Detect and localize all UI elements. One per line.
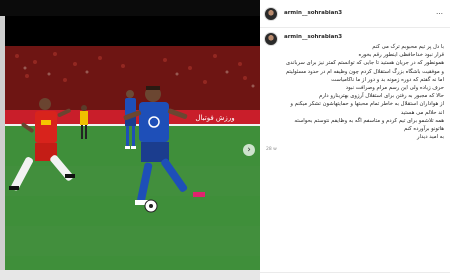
- next-arrow-icon[interactable]: ›: [243, 144, 255, 156]
- caption-line: همه تلاشمو برای تیم کردم و متاسفم اگه به…: [294, 117, 444, 124]
- ellipsis-icon[interactable]: …: [436, 8, 444, 16]
- caption-line: حالا که مجبور به رفتن برای استقلال آرزوی…: [318, 93, 444, 100]
- comment-username[interactable]: armin__sohrabian3: [284, 34, 342, 40]
- post-header: armin__sohrabian3 …: [260, 0, 450, 28]
- post-panel: armin__sohrabian3 … armin__sohrabian3 با…: [260, 0, 450, 280]
- panel-divider: [260, 272, 450, 273]
- caption-line: با دل پر تیم محبوبم ترک می کنم: [372, 44, 444, 50]
- caption-line: اند حلالم می هستید: [400, 109, 444, 116]
- caption-line: همونطور که در جریان هستید تا جایی که توا…: [285, 60, 444, 67]
- post-photo[interactable]: ورزش فوتبال ›: [5, 16, 260, 270]
- ad-board-text: ورزش فوتبال: [195, 114, 234, 122]
- caption-line: هاتونو برآورده کنم: [404, 126, 444, 133]
- caption-line: و موفقیت باشگاه بزرگ استقلال کردم چون وظ…: [285, 68, 444, 75]
- caption-text: با دل پر تیم محبوبم ترک می کنم قرار نبود…: [266, 43, 444, 141]
- header-username[interactable]: armin__sohrabian3: [284, 10, 342, 16]
- caption-line: اما نه گفتم که دوره زمونه بد و دور از ما…: [331, 76, 444, 83]
- caption-line: به امید دیدار: [416, 134, 444, 141]
- post-timestamp: 28 w: [266, 147, 277, 152]
- caption-line: قرار نبود خداحافظی اینطور رقم بخوره: [358, 52, 444, 59]
- caption-line: از هواداران استقلال به خاطر تمام محبتها …: [290, 101, 444, 108]
- bottom-strip: [0, 270, 260, 280]
- caption-line: حرف زیاده ولی این رسم مرام وصرافت نبود: [345, 85, 444, 92]
- avatar[interactable]: [264, 7, 278, 21]
- soccer-match-photo: ورزش فوتبال: [5, 16, 260, 270]
